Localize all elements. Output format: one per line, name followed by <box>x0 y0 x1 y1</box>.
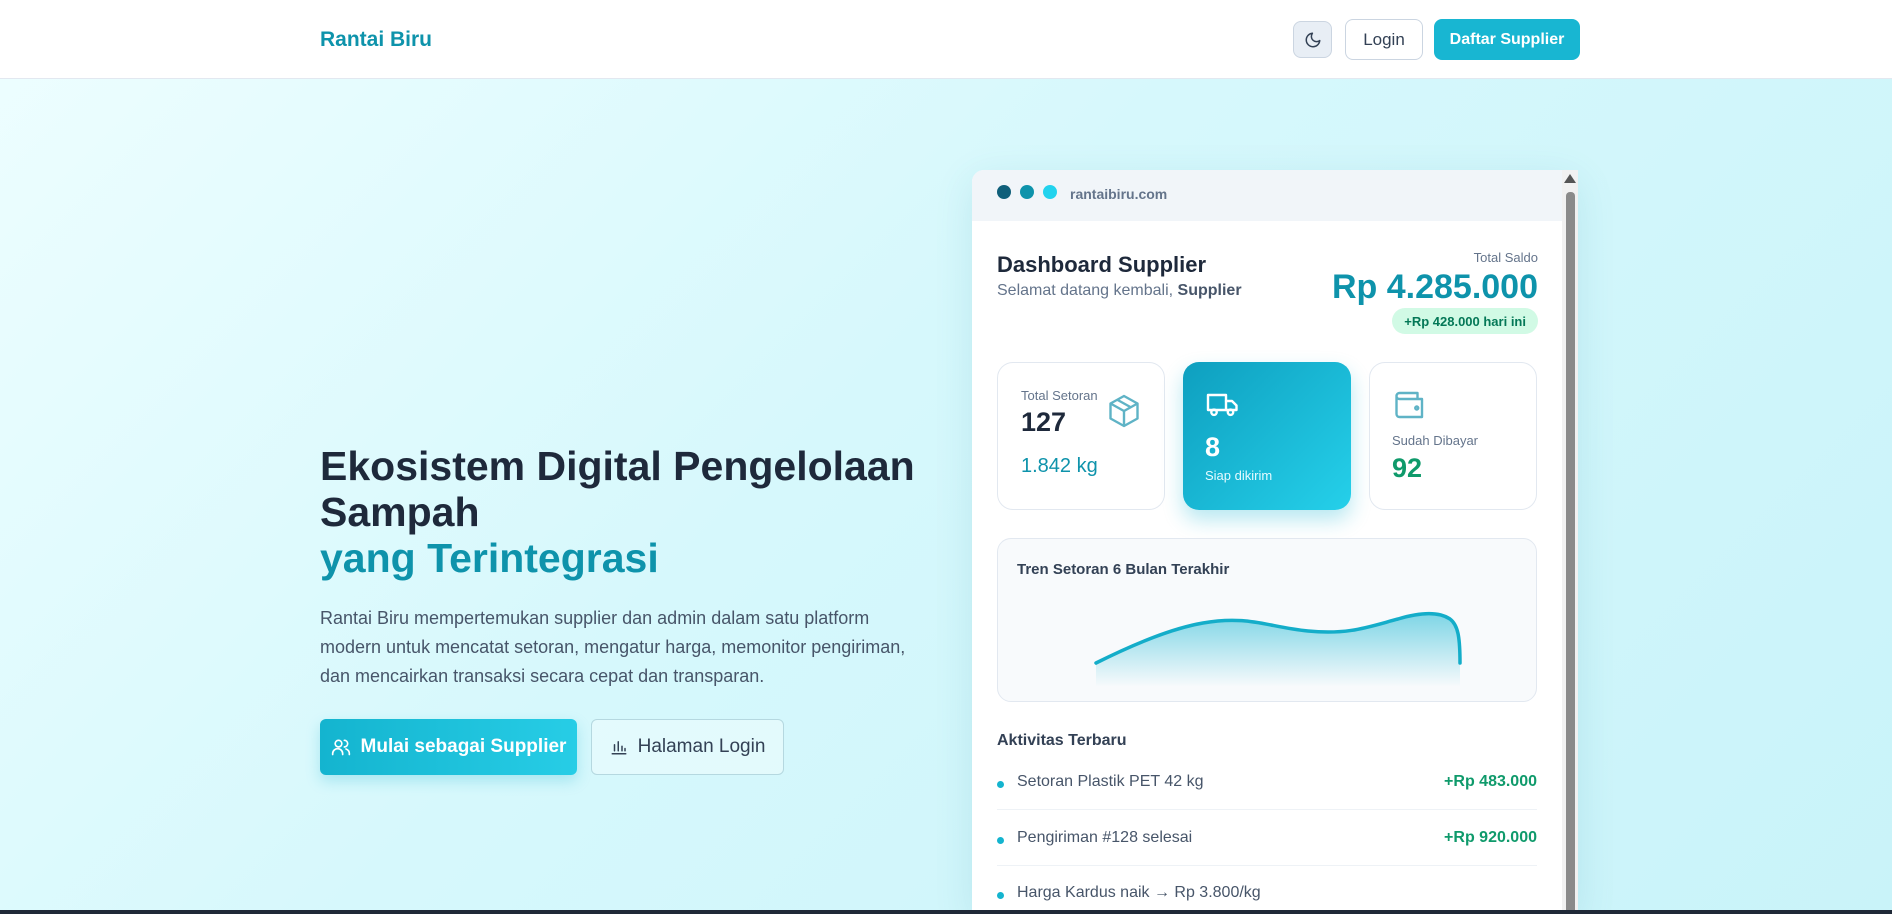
scroll-up-arrow-icon[interactable] <box>1564 174 1576 183</box>
browser-bar: rantaibiru.com <box>972 170 1578 221</box>
stat-value: 127 <box>1021 407 1067 437</box>
start-supplier-label: Mulai sebagai Supplier <box>360 736 567 757</box>
browser-url: rantaibiru.com <box>1070 186 1168 202</box>
stat-value: 92 <box>1392 453 1423 483</box>
stat-weight: 1.842 kg <box>1021 455 1098 477</box>
bottom-edge <box>0 910 1892 914</box>
hero-title: Ekosistem Digital Pengelolaan Sampah yan… <box>320 443 940 581</box>
saldo-value: Rp 4.285.000 <box>1331 268 1538 306</box>
trend-chart-card: Tren Setoran 6 Bulan Terakhir <box>997 538 1537 702</box>
box-icon <box>1109 394 1139 428</box>
moon-icon <box>1305 32 1320 47</box>
top-navbar: Rantai Biru Login Daftar Supplier <box>0 0 1892 79</box>
trend-area-chart <box>1094 612 1462 687</box>
dashboard-title: Dashboard Supplier <box>997 252 1207 277</box>
truck-icon <box>1206 393 1238 417</box>
welcome-text: Selamat datang kembali, Supplier <box>997 282 1242 300</box>
activity-label: Setoran Plastik PET 42 kg <box>1017 773 1204 790</box>
welcome-prefix: Selamat datang kembali, <box>997 282 1178 299</box>
users-icon <box>331 739 350 756</box>
activity-dot <box>997 892 1004 899</box>
theme-toggle-button[interactable] <box>1293 21 1332 58</box>
stat-card-siap-dikirim: 8 Siap dikirim <box>1183 362 1351 510</box>
activity-row: Setoran Plastik PET 42 kg +Rp 483.000 <box>997 765 1537 810</box>
login-page-button[interactable]: Halaman Login <box>591 719 784 775</box>
window-dot <box>1020 185 1034 199</box>
hero-description: Rantai Biru mempertemukan supplier dan a… <box>320 608 906 686</box>
stat-value: 8 <box>1205 432 1221 462</box>
stat-label: Sudah Dibayar <box>1392 433 1478 448</box>
saldo-change-badge: +Rp 428.000 hari ini <box>1392 308 1538 334</box>
bar-chart-icon <box>611 741 627 755</box>
login-page-label: Halaman Login <box>637 736 766 757</box>
activity-label: Pengiriman #128 selesai <box>1017 829 1193 846</box>
activity-row: Harga Kardus naik → Rp 3.800/kg <box>997 876 1537 914</box>
activity-amount: +Rp 920.000 <box>1444 829 1537 846</box>
hero-title-main: Ekosistem Digital Pengelolaan Sampah <box>320 443 915 535</box>
hero-title-accent: yang Terintegrasi <box>320 535 659 581</box>
register-supplier-button[interactable]: Daftar Supplier <box>1434 19 1580 60</box>
activity-row: Pengiriman #128 selesai +Rp 920.000 <box>997 821 1537 866</box>
activity-dot <box>997 781 1004 788</box>
window-dot <box>997 185 1011 199</box>
start-supplier-button[interactable]: Mulai sebagai Supplier <box>320 719 577 775</box>
activity-title: Aktivitas Terbaru <box>997 732 1127 749</box>
login-button[interactable]: Login <box>1345 19 1423 60</box>
preview-scrollbar[interactable] <box>1562 170 1578 914</box>
saldo-label: Total Saldo <box>1473 250 1538 265</box>
scroll-thumb[interactable] <box>1566 192 1575 914</box>
stat-label: Total Setoran <box>1021 388 1098 403</box>
wallet-icon <box>1395 391 1424 419</box>
stat-card-total-setoran: Total Setoran 127 1.842 kg <box>997 362 1165 510</box>
activity-dot <box>997 837 1004 844</box>
brand-logo[interactable]: Rantai Biru <box>320 28 432 52</box>
stat-label: Siap dikirim <box>1205 468 1273 483</box>
activity-label: Harga Kardus naik → Rp 3.800/kg <box>1017 884 1261 901</box>
window-dot <box>1043 185 1057 199</box>
stat-card-sudah-dibayar: Sudah Dibayar 92 <box>1369 362 1537 510</box>
activity-amount: +Rp 483.000 <box>1444 773 1537 790</box>
welcome-name: Supplier <box>1177 282 1242 299</box>
dashboard-preview-window: rantaibiru.com Dashboard Supplier Selama… <box>972 170 1578 914</box>
